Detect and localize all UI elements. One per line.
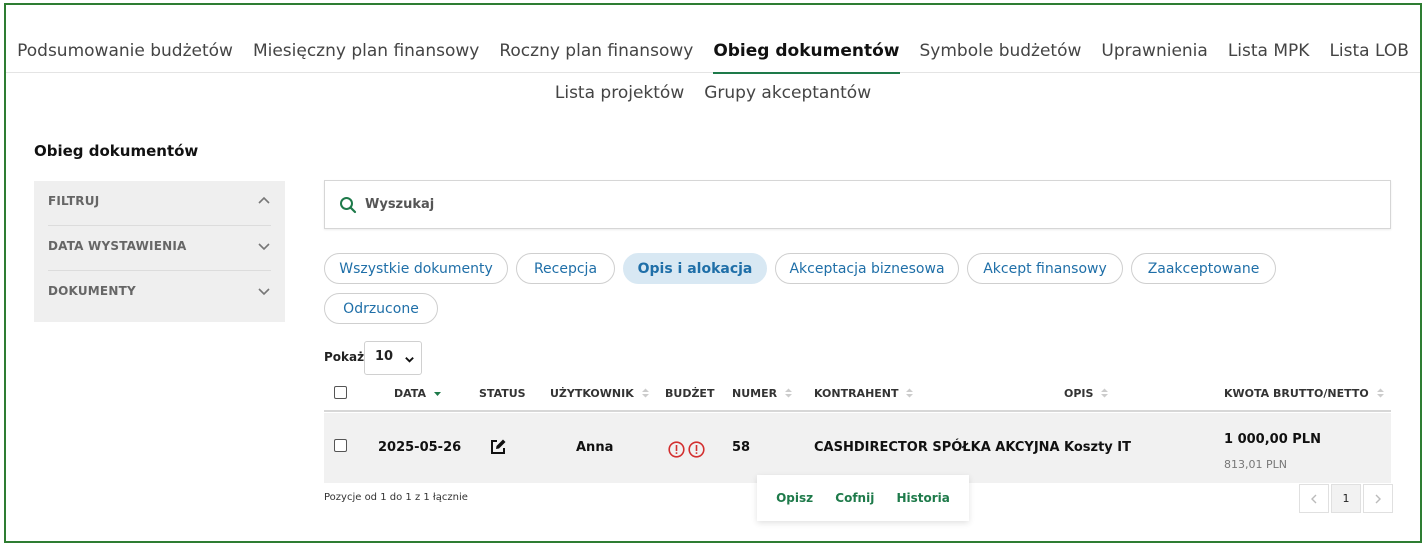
- top-navigation: Podsumowanie budżetów Miesięczny plan fi…: [6, 33, 1420, 74]
- sort-icon: [1376, 388, 1384, 398]
- history-button[interactable]: Historia: [896, 491, 949, 505]
- nav-item-lob-list[interactable]: Lista LOB: [1329, 33, 1408, 73]
- alert-circle-icon: [688, 441, 705, 458]
- filter-title: FILTRUJ: [48, 194, 100, 208]
- filter-panel: FILTRUJ DATA WYSTAWIENIA DOKUMENTY: [34, 181, 285, 322]
- nav-item-document-flow[interactable]: Obieg dokumentów: [713, 33, 900, 74]
- alert-circle-icon: [668, 441, 685, 458]
- page-size-select[interactable]: 10: [364, 341, 422, 375]
- nav-item-budget-summary[interactable]: Podsumowanie budżetów: [17, 33, 233, 73]
- tab-approved[interactable]: Zaakceptowane: [1131, 253, 1276, 284]
- tab-all-documents[interactable]: Wszystkie dokumenty: [324, 253, 508, 284]
- table-header: DATA STATUS UŻYTKOWNIK BUDŻET NUMER KONT…: [324, 380, 1391, 412]
- prev-page-button[interactable]: [1299, 484, 1329, 513]
- chevron-down-icon: [258, 243, 270, 251]
- sort-desc-icon: [433, 392, 441, 396]
- column-number-label: NUMER: [732, 387, 778, 400]
- page-size-label: Pokaż: [324, 350, 365, 364]
- column-header-user[interactable]: UŻYTKOWNIK: [550, 387, 649, 400]
- column-header-budget: BUDŻET: [665, 387, 714, 400]
- sort-icon: [784, 388, 792, 398]
- nav-item-monthly-plan[interactable]: Miesięczny plan finansowy: [253, 33, 479, 73]
- nav-item-mpk-list[interactable]: Lista MPK: [1228, 33, 1310, 73]
- sub-navigation: Lista projektów Grupy akceptantów: [6, 80, 1420, 106]
- tab-financial-approval[interactable]: Akcept finansowy: [967, 253, 1123, 284]
- filter-documents[interactable]: DOKUMENTY: [48, 271, 271, 316]
- chevron-right-icon: [1375, 494, 1381, 503]
- describe-button[interactable]: Opisz: [776, 491, 813, 505]
- row-checkbox[interactable]: [334, 439, 347, 452]
- column-user-label: UŻYTKOWNIK: [550, 387, 634, 400]
- sort-icon: [1101, 388, 1109, 398]
- next-page-button[interactable]: [1363, 484, 1393, 513]
- column-header-contractor[interactable]: KONTRAHENT: [814, 387, 914, 400]
- select-all-checkbox[interactable]: [334, 386, 347, 399]
- nav-item-budget-symbols[interactable]: Symbole budżetów: [920, 33, 1082, 73]
- chevron-up-icon: [258, 196, 270, 204]
- cell-description: Koszty IT: [1064, 440, 1131, 455]
- sort-icon: [641, 388, 649, 398]
- table-row[interactable]: 2025-05-26 Anna 58 CASHDIRECTOR SPÓŁKA A…: [324, 413, 1391, 483]
- column-header-date[interactable]: DATA: [394, 387, 441, 400]
- column-header-description[interactable]: OPIS: [1064, 387, 1109, 400]
- tab-rejected[interactable]: Odrzucone: [324, 293, 438, 324]
- search-box: [324, 180, 1391, 229]
- column-budget-label: BUDŻET: [665, 387, 715, 400]
- cell-number: 58: [732, 440, 751, 455]
- cell-date: 2025-05-26: [378, 440, 462, 455]
- app-frame: Podsumowanie budżetów Miesięczny plan fi…: [4, 3, 1422, 543]
- page-size-value: 10: [375, 349, 394, 364]
- edit-icon[interactable]: [489, 438, 507, 456]
- column-contractor-label: KONTRAHENT: [814, 387, 899, 400]
- filter-documents-label: DOKUMENTY: [48, 284, 136, 298]
- tab-reception[interactable]: Recepcja: [516, 253, 615, 284]
- column-header-number[interactable]: NUMER: [732, 387, 792, 400]
- column-description-label: OPIS: [1064, 387, 1094, 400]
- search-icon: [340, 197, 357, 214]
- chevron-down-icon: [258, 288, 270, 296]
- pagination: 1: [1299, 484, 1393, 513]
- tab-description-allocation[interactable]: Opis i alokacja: [623, 253, 767, 284]
- filter-issue-date[interactable]: DATA WYSTAWIENIA: [48, 226, 271, 271]
- nav-item-approver-groups[interactable]: Grupy akceptantów: [704, 80, 871, 106]
- column-status-label: STATUS: [479, 387, 526, 400]
- filter-header[interactable]: FILTRUJ: [48, 181, 271, 226]
- tab-business-approval[interactable]: Akceptacja biznesowa: [775, 253, 959, 284]
- row-actions-popup: Opisz Cofnij Historia: [757, 475, 969, 521]
- chevron-left-icon: [1311, 494, 1317, 503]
- sort-icon: [906, 388, 914, 398]
- filter-issue-date-label: DATA WYSTAWIENIA: [48, 239, 187, 253]
- nav-item-annual-plan[interactable]: Roczny plan finansowy: [499, 33, 693, 73]
- search-input[interactable]: [365, 191, 1365, 217]
- page-number[interactable]: 1: [1331, 484, 1361, 513]
- cell-user: Anna: [576, 440, 614, 455]
- column-date-label: DATA: [394, 387, 426, 400]
- column-header-status: STATUS: [479, 387, 526, 400]
- table-info: Pozycje od 1 do 1 z 1 łącznie: [324, 492, 468, 503]
- nav-item-permissions[interactable]: Uprawnienia: [1101, 33, 1207, 73]
- chevron-down-icon: [405, 357, 414, 363]
- cell-amount-net: 813,01 PLN: [1224, 458, 1287, 471]
- column-header-amount[interactable]: KWOTA BRUTTO/NETTO: [1224, 387, 1384, 400]
- column-amount-label: KWOTA BRUTTO/NETTO: [1224, 387, 1369, 400]
- undo-button[interactable]: Cofnij: [835, 491, 874, 505]
- nav-item-project-list[interactable]: Lista projektów: [555, 80, 684, 106]
- cell-amount-gross: 1 000,00 PLN: [1224, 432, 1321, 447]
- cell-contractor: CASHDIRECTOR SPÓŁKA AKCYJNA: [814, 440, 1060, 455]
- page-title: Obieg dokumentów: [34, 142, 199, 160]
